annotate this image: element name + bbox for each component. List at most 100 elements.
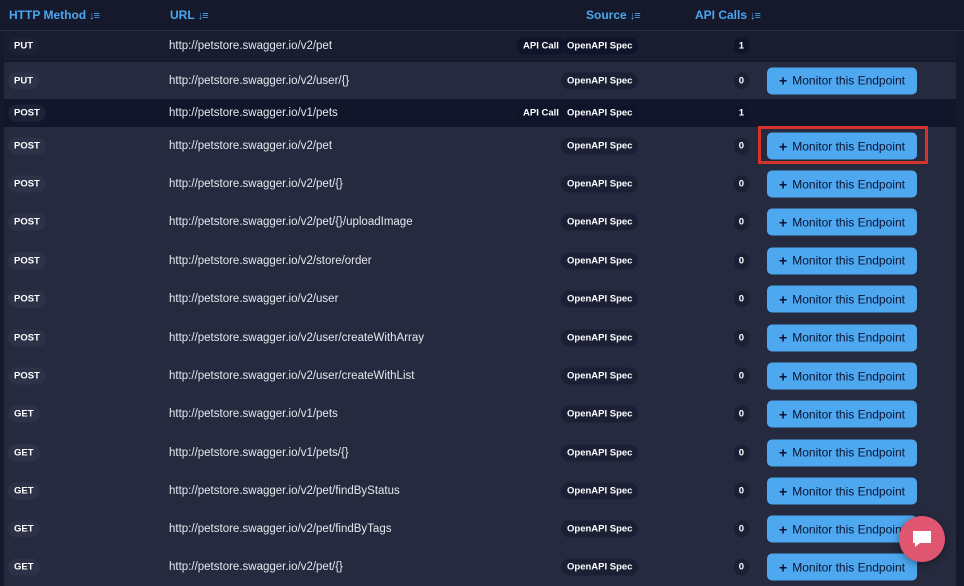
- http-method-badge: POST: [8, 329, 46, 346]
- monitor-endpoint-button[interactable]: + Monitor this Endpoint: [767, 553, 917, 581]
- monitor-endpoint-button[interactable]: + Monitor this Endpoint: [767, 67, 917, 94]
- monitor-endpoint-button[interactable]: + Monitor this Endpoint: [767, 247, 917, 274]
- table-row[interactable]: GET http://petstore.swagger.io/v1/pets Ope…: [4, 395, 956, 433]
- api-calls-count: 0: [733, 72, 749, 89]
- column-header-method[interactable]: HTTP Method ↓≡: [9, 8, 100, 22]
- http-method-badge: PUT: [8, 37, 39, 54]
- http-method-badge: GET: [8, 558, 40, 576]
- column-header-url[interactable]: URL ↓≡: [170, 8, 209, 22]
- http-method-badge: POST: [8, 367, 46, 385]
- plus-icon: +: [779, 521, 788, 537]
- table-row[interactable]: POST http://petstore.swagger.io/v2/user/c…: [4, 318, 956, 357]
- http-method-badge: POST: [8, 290, 46, 308]
- api-calls-count: 0: [733, 329, 749, 346]
- column-header-source[interactable]: Source ↓≡: [586, 8, 641, 22]
- endpoint-url: http://petstore.swagger.io/v2/pet/{}: [169, 178, 343, 190]
- openapi-spec-source-badge: OpenAPI Spec: [561, 252, 639, 269]
- endpoint-url: http://petstore.swagger.io/v2/pet: [169, 39, 333, 52]
- endpoint-url: http://petstore.swagger.io/v2/pet/findBy…: [169, 485, 400, 497]
- monitor-endpoint-button[interactable]: + Monitor this Endpoint: [767, 477, 917, 505]
- table-row[interactable]: GET http://petstore.swagger.io/v2/pet/fin…: [4, 472, 956, 510]
- api-calls-count: 0: [733, 175, 749, 193]
- api-calls-count: 0: [733, 405, 749, 423]
- api-calls-count: 0: [733, 290, 749, 308]
- openapi-spec-source-badge: OpenAPI Spec: [561, 329, 639, 346]
- http-method-badge: POST: [8, 104, 46, 122]
- table-row[interactable]: GET http://petstore.swagger.io/v2/pet/{} O…: [4, 548, 956, 586]
- api-call-source-badge: API Call: [517, 104, 565, 122]
- monitor-endpoint-label: Monitor this Endpoint: [792, 253, 905, 268]
- monitor-endpoint-button[interactable]: + Monitor this Endpoint: [767, 515, 917, 543]
- openapi-spec-source-badge: OpenAPI Spec: [561, 558, 639, 576]
- http-method-badge: PUT: [8, 72, 39, 89]
- table-row[interactable]: PUT http://petstore.swagger.io/v2/pet API …: [4, 31, 956, 60]
- monitor-endpoint-button[interactable]: + Monitor this Endpoint: [767, 400, 917, 428]
- endpoint-url: http://petstore.swagger.io/v2/user/creat…: [169, 370, 415, 382]
- column-header-api-calls-label: API Calls: [695, 8, 748, 22]
- openapi-spec-source-badge: OpenAPI Spec: [561, 175, 639, 193]
- openapi-spec-source-badge: OpenAPI Spec: [561, 367, 639, 385]
- plus-icon: +: [779, 368, 788, 384]
- http-method-badge: GET: [8, 482, 40, 500]
- column-header-method-label: HTTP Method: [9, 8, 87, 22]
- monitor-endpoint-button[interactable]: + Monitor this Endpoint: [767, 170, 917, 198]
- openapi-spec-source-badge: OpenAPI Spec: [561, 137, 639, 155]
- endpoint-url: http://petstore.swagger.io/v2/user: [169, 293, 339, 305]
- table-row[interactable]: POST http://petstore.swagger.io/v2/store/…: [4, 241, 956, 280]
- highlight-box: [758, 126, 928, 164]
- plus-icon: +: [779, 329, 788, 346]
- chat-button[interactable]: [899, 516, 945, 562]
- endpoint-url: http://petstore.swagger.io/v2/store/orde…: [169, 254, 372, 267]
- column-header-source-label: Source: [586, 8, 627, 22]
- sort-icon[interactable]: ↓≡: [89, 10, 100, 22]
- openapi-spec-source-badge: OpenAPI Spec: [561, 37, 639, 54]
- api-calls-count: 0: [733, 213, 749, 231]
- http-method-badge: POST: [8, 137, 46, 155]
- endpoint-url: http://petstore.swagger.io/v2/pet: [169, 140, 333, 152]
- plus-icon: +: [779, 72, 788, 89]
- endpoint-url: http://petstore.swagger.io/v2/pet/{}/upl…: [169, 216, 413, 228]
- openapi-spec-source-badge: OpenAPI Spec: [561, 444, 639, 461]
- table-row[interactable]: POST http://petstore.swagger.io/v2/user Op…: [4, 280, 956, 318]
- endpoint-url: http://petstore.swagger.io/v1/pets/{}: [169, 446, 349, 459]
- sort-icon[interactable]: ↓≡: [630, 10, 641, 22]
- monitor-endpoint-button[interactable]: + Monitor this Endpoint: [767, 208, 917, 236]
- endpoint-url: http://petstore.swagger.io/v2/pet/findBy…: [169, 523, 392, 535]
- api-call-source-badge: API Call: [517, 37, 565, 54]
- table-row[interactable]: POST http://petstore.swagger.io/v2/user/c…: [4, 357, 956, 395]
- table-row[interactable]: POST http://petstore.swagger.io/v1/pets AP…: [4, 99, 956, 127]
- table-row[interactable]: PUT http://petstore.swagger.io/v2/user/{}…: [4, 62, 956, 99]
- monitor-endpoint-button[interactable]: + Monitor this Endpoint: [767, 285, 917, 313]
- plus-icon: +: [779, 444, 788, 461]
- api-calls-count: 0: [733, 558, 749, 576]
- plus-icon: +: [779, 252, 788, 269]
- monitor-endpoint-label: Monitor this Endpoint: [792, 177, 905, 191]
- openapi-spec-source-badge: OpenAPI Spec: [561, 104, 639, 122]
- monitor-endpoint-label: Monitor this Endpoint: [792, 215, 905, 229]
- http-method-badge: POST: [8, 175, 46, 193]
- monitor-endpoint-button[interactable]: + Monitor this Endpoint: [767, 439, 917, 466]
- openapi-spec-source-badge: OpenAPI Spec: [561, 482, 639, 500]
- endpoint-url: http://petstore.swagger.io/v2/user/{}: [169, 74, 350, 87]
- http-method-badge: POST: [8, 252, 46, 269]
- api-calls-count: 0: [733, 444, 749, 461]
- sort-icon[interactable]: ↓≡: [750, 10, 761, 22]
- sort-icon[interactable]: ↓≡: [198, 10, 209, 22]
- table-row[interactable]: GET http://petstore.swagger.io/v1/pets/{}…: [4, 433, 956, 472]
- table-row[interactable]: POST http://petstore.swagger.io/v2/pet/{}…: [4, 203, 956, 241]
- monitor-endpoint-label: Monitor this Endpoint: [792, 560, 905, 574]
- monitor-endpoint-label: Monitor this Endpoint: [792, 484, 905, 498]
- monitor-endpoint-button[interactable]: + Monitor this Endpoint: [767, 362, 917, 390]
- monitor-endpoint-label: Monitor this Endpoint: [792, 330, 905, 345]
- table-row[interactable]: GET http://petstore.swagger.io/v2/pet/fin…: [4, 510, 956, 548]
- table-row[interactable]: POST http://petstore.swagger.io/v2/pet/{}…: [4, 165, 956, 203]
- column-header-api-calls[interactable]: API Calls ↓≡: [695, 8, 761, 22]
- monitor-endpoint-button[interactable]: + Monitor this Endpoint: [767, 324, 917, 351]
- api-calls-count: 1: [733, 104, 749, 122]
- openapi-spec-source-badge: OpenAPI Spec: [561, 213, 639, 231]
- openapi-spec-source-badge: OpenAPI Spec: [561, 520, 639, 538]
- plus-icon: +: [779, 291, 788, 307]
- monitor-endpoint-label: Monitor this Endpoint: [792, 445, 905, 460]
- chat-icon: [913, 531, 931, 547]
- monitor-endpoint-label: Monitor this Endpoint: [792, 73, 905, 88]
